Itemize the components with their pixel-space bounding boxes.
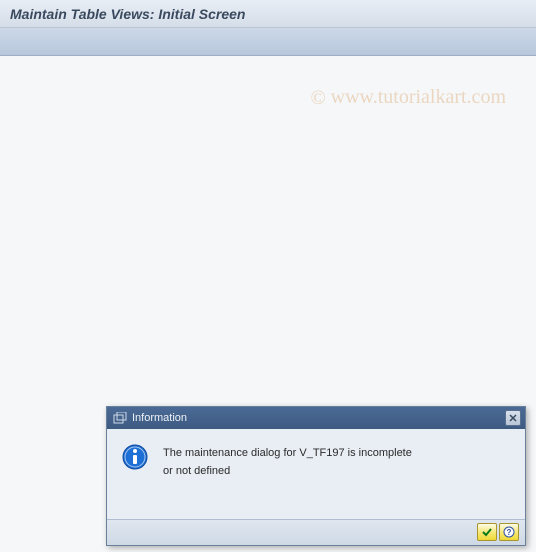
window-title: Maintain Table Views: Initial Screen — [10, 6, 245, 22]
watermark: © www.tutorialkart.com — [310, 86, 506, 110]
information-dialog: Information The maintenance dialog fo — [106, 406, 526, 546]
application-toolbar — [0, 28, 536, 56]
confirm-button[interactable] — [477, 523, 497, 541]
dialog-titlebar[interactable]: Information — [107, 407, 525, 429]
close-icon — [509, 414, 517, 422]
dialog-title-left: Information — [113, 412, 187, 424]
message-line-2: or not defined — [163, 463, 412, 481]
close-button[interactable] — [505, 410, 521, 426]
dialog-title: Information — [132, 412, 187, 424]
dialog-footer: ? — [107, 519, 525, 545]
content-area: © www.tutorialkart.com Information — [0, 56, 536, 552]
info-icon — [121, 443, 149, 471]
dialog-body: The maintenance dialog for V_TF197 is in… — [107, 429, 525, 519]
dialog-message: The maintenance dialog for V_TF197 is in… — [163, 443, 412, 480]
copyright-symbol: © — [310, 87, 325, 109]
help-button[interactable]: ? — [499, 523, 519, 541]
window-title-bar: Maintain Table Views: Initial Screen — [0, 0, 536, 28]
message-line-1: The maintenance dialog for V_TF197 is in… — [163, 445, 412, 463]
check-icon — [481, 526, 493, 538]
watermark-text: www.tutorialkart.com — [331, 86, 506, 108]
overlap-window-icon — [113, 412, 127, 424]
help-icon: ? — [503, 526, 515, 538]
svg-text:?: ? — [507, 528, 512, 537]
